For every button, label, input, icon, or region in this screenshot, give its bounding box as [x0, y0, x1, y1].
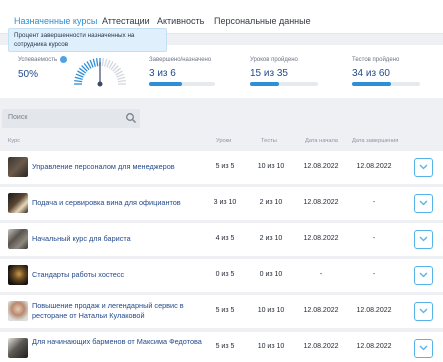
expand-button[interactable] — [414, 339, 433, 358]
expand-button[interactable] — [414, 158, 433, 177]
table-row[interactable]: Начальный курс для бариста 4 из 5 2 из 1… — [0, 223, 443, 256]
gauge-hub — [97, 81, 103, 87]
success-value: 50% — [18, 69, 39, 80]
course-title[interactable]: Стандарты работы хостесс — [32, 270, 207, 280]
tooltip: Процент завершенности назначенных на сот… — [8, 28, 167, 52]
completed-value: 3 из 6 — [149, 68, 176, 79]
tests-value: 34 из 60 — [352, 68, 390, 79]
expand-button[interactable] — [414, 230, 433, 249]
lessons-progress — [250, 82, 318, 86]
tests-progress — [352, 82, 420, 86]
gauge-tick — [89, 59, 94, 68]
course-thumbnail — [8, 265, 28, 285]
course-thumbnail — [8, 301, 28, 321]
tab-personal-data[interactable]: Персональные данные — [214, 16, 311, 26]
gauge-tick — [92, 58, 96, 67]
header-course: Курс — [8, 138, 21, 144]
header-end-date: Дата завершения — [352, 138, 399, 144]
header-tests: Тесты — [261, 138, 277, 144]
gauge-tick — [117, 79, 126, 83]
tests-cell: 10 из 10 — [257, 163, 285, 170]
header-start-date: Дата начала — [305, 138, 338, 144]
chevron-down-icon — [419, 345, 428, 351]
course-title[interactable]: Для начинающих барменов от Максима Федот… — [32, 337, 207, 347]
header-lessons: Уроки — [216, 138, 232, 144]
chevron-down-icon — [419, 236, 428, 242]
tests-label: Тестов пройдено — [352, 57, 400, 63]
lessons-cell: 5 из 5 — [215, 343, 235, 350]
lessons-cell: 5 из 5 — [215, 163, 235, 170]
tab-attestations[interactable]: Аттестации — [102, 16, 150, 26]
table-row[interactable]: Подача и сервировка вина для официантов … — [0, 187, 443, 220]
course-title[interactable]: Повышение продаж и легендарный сервис в … — [32, 301, 207, 321]
gauge-tick — [106, 59, 111, 68]
completed-label: Завершено/назначено — [149, 57, 212, 63]
table-row[interactable]: Повышение продаж и легендарный сервис в … — [0, 295, 443, 328]
start-date-cell: 12.08.2022 — [303, 307, 339, 314]
course-thumbnail — [8, 338, 28, 358]
expand-button[interactable] — [414, 194, 433, 213]
course-title[interactable]: Управление персоналом для менеджеров — [32, 162, 207, 172]
completed-progress — [149, 82, 215, 86]
table-row[interactable]: Управление персоналом для менеджеров 5 и… — [0, 151, 443, 184]
lessons-cell: 4 из 5 — [215, 235, 235, 242]
tests-cell: 2 из 10 — [259, 235, 283, 242]
table-header: Курс Уроки Тесты Дата начала Дата заверш… — [0, 135, 443, 147]
info-icon[interactable] — [60, 56, 67, 63]
course-title[interactable]: Начальный курс для бариста — [32, 234, 207, 244]
course-thumbnail — [8, 193, 28, 213]
lessons-value: 15 из 35 — [250, 68, 288, 79]
chevron-down-icon — [419, 200, 428, 206]
gauge-tick — [117, 76, 126, 80]
expand-button[interactable] — [414, 302, 433, 321]
end-date-cell: - — [372, 235, 376, 242]
lessons-cell: 5 из 5 — [215, 307, 235, 314]
tests-progress-fill — [352, 82, 391, 86]
tab-assigned-courses[interactable]: Назначенные курсы — [14, 16, 97, 26]
stats-panel: Успеваемость 50% Завершено/назначено 3 и… — [0, 45, 443, 98]
chevron-down-icon — [419, 164, 428, 170]
end-date-cell: 12.08.2022 — [356, 307, 392, 314]
tests-cell: 10 из 10 — [257, 343, 285, 350]
start-date-cell: 12.08.2022 — [303, 343, 339, 350]
search-input[interactable]: Поиск — [2, 109, 140, 128]
start-date-cell: 12.08.2022 — [303, 163, 339, 170]
gauge-tick — [101, 58, 105, 67]
chevron-down-icon — [419, 272, 428, 278]
success-label: Успеваемость — [18, 57, 58, 63]
start-date-cell: 12.08.2022 — [303, 199, 339, 206]
search-placeholder: Поиск — [8, 114, 28, 121]
start-date-cell: 12.08.2022 — [303, 235, 339, 242]
end-date-cell: - — [372, 271, 376, 278]
end-date-cell: 12.08.2022 — [356, 343, 392, 350]
gauge-tick — [95, 58, 99, 67]
lessons-cell: 0 из 5 — [215, 271, 235, 278]
course-thumbnail — [8, 157, 28, 177]
tests-cell: 2 из 10 — [259, 199, 283, 206]
course-title[interactable]: Подача и сервировка вина для официантов — [32, 198, 207, 208]
gauge-tick — [104, 58, 108, 67]
lessons-cell: 3 из 10 — [213, 199, 237, 206]
completed-progress-fill — [149, 82, 182, 86]
start-date-cell: - — [319, 271, 323, 278]
gauge-tick — [74, 79, 83, 83]
end-date-cell: - — [372, 199, 376, 206]
table-row[interactable]: Стандарты работы хостесс 0 из 5 0 из 10 … — [0, 259, 443, 292]
course-thumbnail — [8, 229, 28, 249]
expand-button[interactable] — [414, 266, 433, 285]
tab-activity[interactable]: Активность — [157, 16, 204, 26]
search-icon[interactable] — [125, 112, 137, 124]
table-row[interactable]: Для начинающих барменов от Максима Федот… — [0, 332, 443, 362]
success-gauge — [74, 58, 126, 87]
gauge-tick — [116, 73, 125, 78]
gauge-tick — [75, 73, 84, 78]
lessons-label: Уроков пройдено — [250, 57, 298, 63]
gauge-tick — [74, 76, 83, 80]
lessons-progress-fill — [250, 82, 280, 86]
tests-cell: 10 из 10 — [257, 307, 285, 314]
chevron-down-icon — [419, 308, 428, 314]
tests-cell: 0 из 10 — [259, 271, 283, 278]
end-date-cell: 12.08.2022 — [356, 163, 392, 170]
